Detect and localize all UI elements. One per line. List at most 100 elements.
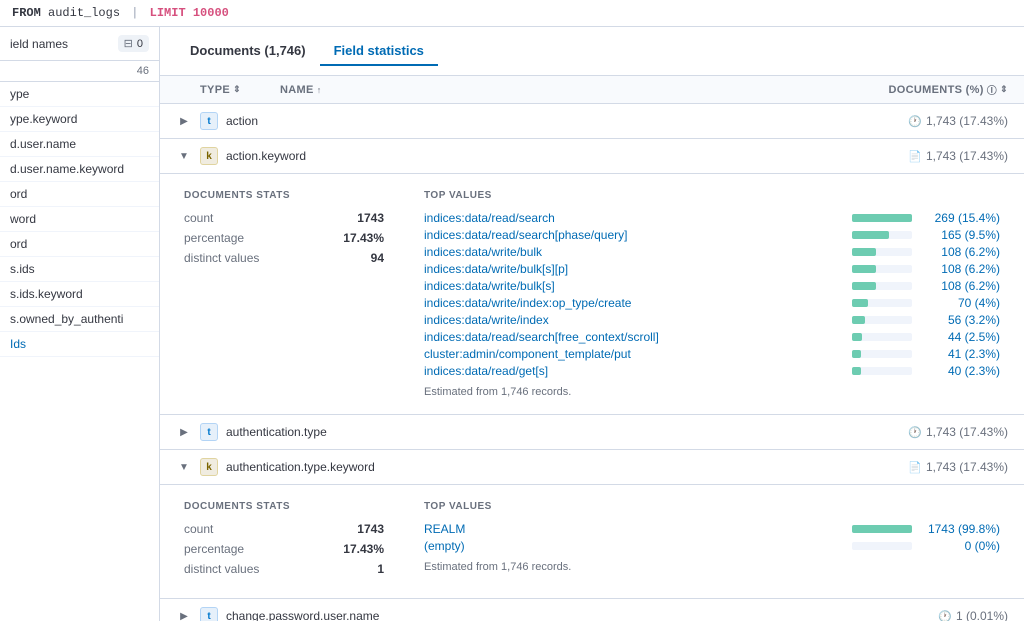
sidebar-field-item[interactable]: s.ids (0, 257, 159, 282)
limit-keyword: LIMIT (150, 6, 186, 20)
pipe-separator: | (131, 6, 145, 20)
top-value-name[interactable]: indices:data/write/bulk (424, 245, 844, 259)
top-value-row: indices:data/write/bulk108 (6.2%) (424, 245, 1000, 259)
top-value-row: indices:data/read/search[phase/query] 165… (424, 228, 1000, 242)
sidebar-field-item[interactable]: ype.keyword (0, 107, 159, 132)
field-name-label: authentication.type (226, 425, 900, 439)
top-values-title: TOP VALUES (424, 190, 1000, 201)
value-bar-container (852, 542, 912, 550)
sidebar-field-item[interactable]: ype (0, 82, 159, 107)
top-value-name[interactable]: indices:data/write/bulk[s] (424, 279, 844, 293)
sidebar-field-item[interactable]: ord (0, 182, 159, 207)
expand-chevron[interactable]: ▼ (176, 148, 192, 164)
top-value-name[interactable]: indices:data/write/index:op_type/create (424, 296, 844, 310)
field-row: ▶tchange.password.user.name🕐 1 (0.01%) (160, 599, 1024, 621)
field-doc-count: 📄 1,743 (17.43%) (908, 149, 1008, 163)
stat-label: count (184, 211, 213, 225)
top-value-row: REALM1743 (99.8%) (424, 522, 1000, 536)
stat-value: 1 (377, 562, 384, 576)
sidebar-field-item[interactable]: d.user.name.keyword (0, 157, 159, 182)
field-doc-count: 🕐 1,743 (17.43%) (908, 114, 1008, 128)
stat-value: 17.43% (343, 542, 384, 556)
sidebar-field-item[interactable]: s.owned_by_authenti (0, 307, 159, 332)
top-value-name[interactable]: cluster:admin/component_template/put (424, 347, 844, 361)
top-value-name[interactable]: indices:data/write/index (424, 313, 844, 327)
col-type-header[interactable]: Type ⇕ (200, 84, 280, 96)
clock-icon: 🕐 (908, 115, 922, 128)
stat-label: percentage (184, 231, 244, 245)
field-name-label: authentication.type.keyword (226, 460, 900, 474)
documents-stats-section: DOCUMENTS STATScount1743percentage17.43%… (184, 501, 384, 582)
top-value-count: 41 (2.3%) (920, 347, 1000, 361)
top-value-name[interactable]: (empty) (424, 539, 844, 553)
tab-field-statistics[interactable]: Field statistics (320, 37, 438, 66)
estimated-note: Estimated from 1,746 records. (424, 386, 1000, 398)
sidebar-field-item[interactable]: s.ids.keyword (0, 282, 159, 307)
stat-label: distinct values (184, 251, 259, 265)
top-value-row: indices:data/write/index56 (3.2%) (424, 313, 1000, 327)
field-name-label: change.password.user.name (226, 609, 930, 621)
top-value-row: indices:data/write/index:op_type/create 7… (424, 296, 1000, 310)
stat-value: 17.43% (343, 231, 384, 245)
sidebar-field-item[interactable]: Ids (0, 332, 159, 357)
value-bar (852, 299, 868, 307)
field-type-badge: k (200, 458, 218, 476)
expand-chevron[interactable]: ▼ (176, 459, 192, 475)
top-value-row: indices:data/read/search 269 (15.4%) (424, 211, 1000, 225)
name-sort-icon: ↑ (317, 85, 322, 95)
top-value-row: cluster:admin/component_template/put 41 (… (424, 347, 1000, 361)
value-bar-container (852, 248, 912, 256)
field-row: ▼kaction.keyword📄 1,743 (17.43%) (160, 139, 1024, 174)
main-content: Documents (1,746) Field statistics Type … (160, 27, 1024, 621)
expand-chevron[interactable]: ▶ (176, 608, 192, 621)
sidebar-field-item[interactable]: word (0, 207, 159, 232)
stat-row: distinct values 94 (184, 251, 384, 265)
clock-icon: 🕐 (908, 426, 922, 439)
expand-chevron[interactable]: ▶ (176, 424, 192, 440)
field-type-badge: t (200, 607, 218, 621)
expand-chevron[interactable]: ▶ (176, 113, 192, 129)
stat-row: percentage17.43% (184, 542, 384, 556)
value-bar (852, 231, 889, 239)
tab-documents[interactable]: Documents (1,746) (176, 37, 320, 66)
top-value-count: 40 (2.3%) (920, 364, 1000, 378)
sidebar-field-item[interactable]: ord (0, 232, 159, 257)
top-value-row: indices:data/read/get[s] 40 (2.3%) (424, 364, 1000, 378)
top-value-count: 108 (6.2%) (920, 262, 1000, 276)
clock-icon: 🕐 (938, 610, 952, 622)
top-value-row: indices:data/write/bulk[s] 108 (6.2%) (424, 279, 1000, 293)
top-value-count: 70 (4%) (920, 296, 1000, 310)
top-value-name[interactable]: indices:data/write/bulk[s][p] (424, 262, 844, 276)
stat-label: distinct values (184, 562, 259, 576)
value-bar (852, 316, 865, 324)
top-value-name[interactable]: indices:data/read/search[free_context/sc… (424, 330, 844, 344)
docs-sort-icon: ⇕ (1000, 84, 1008, 95)
field-row: ▼kauthentication.type.keyword📄 1,743 (17… (160, 450, 1024, 485)
top-value-count: 44 (2.5%) (920, 330, 1000, 344)
docs-info-icon[interactable]: ⓘ (987, 82, 997, 97)
stat-value: 94 (371, 251, 384, 265)
col-name-header[interactable]: Name ↑ (280, 84, 888, 96)
value-bar (852, 525, 912, 533)
top-value-name[interactable]: indices:data/read/search (424, 211, 844, 225)
top-value-name[interactable]: indices:data/read/get[s] (424, 364, 844, 378)
top-value-count: 108 (6.2%) (920, 279, 1000, 293)
value-bar-container (852, 367, 912, 375)
top-value-row: indices:data/read/search[free_context/sc… (424, 330, 1000, 344)
top-value-count: 269 (15.4%) (920, 211, 1000, 225)
stat-value: 1743 (357, 522, 384, 536)
top-values-section: TOP VALUESREALM1743 (99.8%)(empty)0 (0%)… (424, 501, 1000, 582)
filter-badge[interactable]: ⊟ 0 (118, 35, 149, 52)
field-name-label: action.keyword (226, 149, 900, 163)
value-bar-container (852, 333, 912, 341)
field-name-label: action (226, 114, 900, 128)
top-value-name[interactable]: REALM (424, 522, 844, 536)
tab-bar: Documents (1,746) Field statistics (160, 27, 1024, 76)
top-value-count: 165 (9.5%) (920, 228, 1000, 242)
sidebar-fields-list: ypeype.keywordd.user.named.user.name.key… (0, 82, 159, 357)
from-keyword: FROM (12, 6, 41, 20)
top-value-name[interactable]: indices:data/read/search[phase/query] (424, 228, 844, 242)
query-bar: FROM audit_logs | LIMIT 10000 (0, 0, 1024, 27)
sidebar-field-item[interactable]: d.user.name (0, 132, 159, 157)
col-docs-header[interactable]: Documents (%) ⓘ ⇕ (888, 82, 1008, 97)
